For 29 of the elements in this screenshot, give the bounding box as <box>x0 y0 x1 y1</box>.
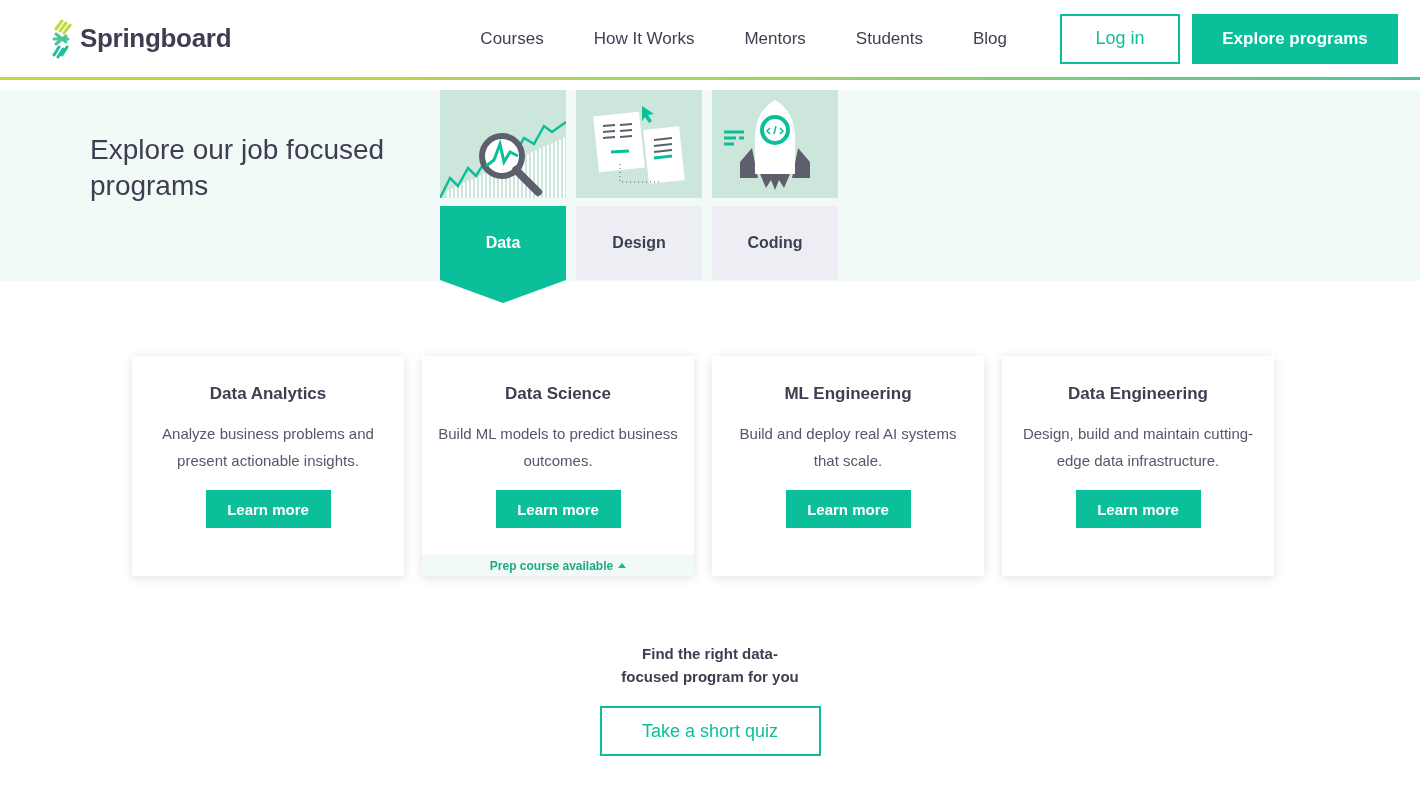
nav-link[interactable]: Blog <box>947 28 1032 49</box>
prep-course-bar[interactable]: Prep course available <box>422 555 694 576</box>
caret-up-icon <box>618 563 627 568</box>
program-title: ML Engineering <box>784 384 912 404</box>
take-quiz-button[interactable]: Take a short quiz <box>599 706 821 756</box>
prep-course-text: Prep course available <box>489 558 614 573</box>
nav-link[interactable]: Students <box>830 28 948 49</box>
hero-heading: Explore our job focused programs <box>90 133 386 203</box>
program-title: Data Analytics <box>209 384 327 404</box>
learn-more-button[interactable]: Learn more <box>495 490 621 528</box>
program-description: Design, build and maintain cutting-edge data infrastructure. <box>1021 424 1255 471</box>
track-tab[interactable]: Coding <box>712 206 838 280</box>
springboard-logo[interactable]: Springboard <box>50 18 232 59</box>
program-description: Build ML models to predict business outcomes. <box>437 424 679 471</box>
program-title: Data Science <box>505 384 611 404</box>
learn-more-button[interactable]: Learn more <box>1075 490 1201 528</box>
explore-programs-button[interactable]: Explore programs <box>1192 13 1398 64</box>
nav-link[interactable]: How It Works <box>568 28 720 49</box>
program-description: Build and deploy real AI systems that scale. <box>738 424 958 471</box>
program-title: Data Engineering <box>1068 384 1208 404</box>
login-button[interactable]: Log in <box>1060 13 1180 64</box>
nav-link[interactable]: Mentors <box>719 28 831 49</box>
quiz-prompt: Find the right data-focused program for you <box>620 644 800 687</box>
learn-more-button[interactable]: Learn more <box>785 490 911 528</box>
track-tab[interactable]: Data <box>440 206 566 303</box>
track-tab[interactable]: Design <box>576 206 702 280</box>
program-description: Analyze business problems and present actionable insights. <box>161 424 375 471</box>
nav-link[interactable]: Courses <box>455 28 569 49</box>
learn-more-button[interactable]: Learn more <box>205 490 331 528</box>
